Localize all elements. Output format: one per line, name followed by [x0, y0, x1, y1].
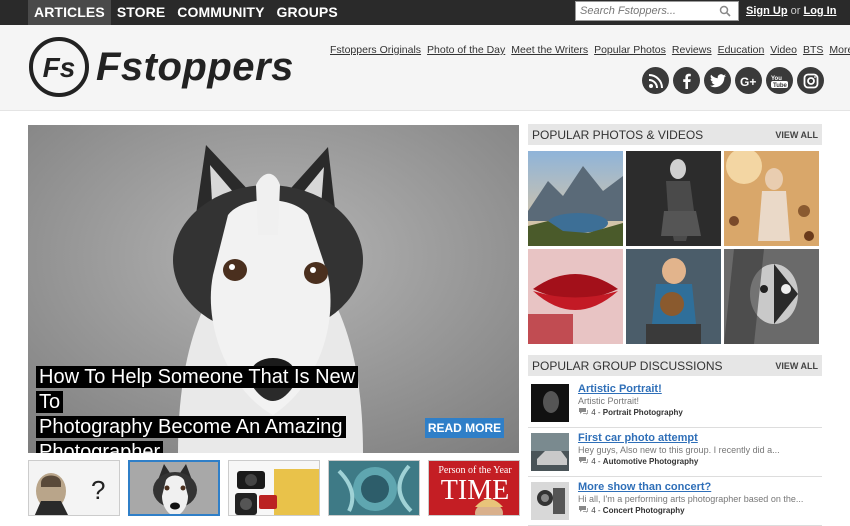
comment-count: 4	[591, 408, 596, 417]
link-fstoppers-originals[interactable]: Fstoppers Originals	[330, 44, 421, 56]
hero-article[interactable]: How To Help Someone That Is New To Photo…	[28, 125, 519, 453]
discussion-snippet: Artistic Portrait!	[578, 396, 640, 406]
popular-photos-title: POPULAR PHOTOS & VIDEOS	[532, 127, 704, 142]
group-name[interactable]: Concert Photography	[603, 506, 685, 515]
site-header: Fs Fstoppers Fstoppers Originals Photo o…	[0, 25, 850, 111]
link-reviews[interactable]: Reviews	[672, 44, 712, 56]
logo-mark-icon: Fs	[29, 37, 89, 97]
svg-text:?: ?	[91, 475, 105, 505]
link-video[interactable]: Video	[770, 44, 797, 56]
photo-face-paint[interactable]	[724, 249, 819, 344]
link-photo-of-the-day[interactable]: Photo of the Day	[427, 44, 505, 56]
discussion-meta: 4 - Automotive Photography	[578, 456, 698, 466]
login-link[interactable]: Log In	[803, 5, 836, 17]
comment-count: 4	[591, 506, 596, 515]
twitter-icon[interactable]	[704, 67, 731, 94]
nav-store[interactable]: STORE	[111, 0, 171, 25]
thumbnail-2[interactable]	[128, 460, 220, 516]
photo-red-lips[interactable]	[528, 249, 623, 344]
popular-photos-view-all[interactable]: VIEW ALL	[775, 130, 818, 140]
read-more-button[interactable]: READ MORE	[425, 418, 504, 438]
main-nav: ARTICLES STORE COMMUNITY GROUPS	[28, 0, 344, 25]
comment-icon	[578, 457, 591, 466]
hero-title-line: Photography Become An Amazing	[36, 416, 346, 438]
top-bar: ARTICLES STORE COMMUNITY GROUPS Sign Up …	[0, 0, 850, 25]
social-links: G+ You Tube	[642, 67, 824, 94]
photo-seated-figure[interactable]	[626, 151, 721, 246]
photo-child-with-bear[interactable]	[626, 249, 721, 344]
svg-text:G+: G+	[740, 75, 756, 87]
search-box	[575, 1, 739, 21]
search-input[interactable]	[576, 2, 716, 20]
group-discussions-view-all[interactable]: VIEW ALL	[775, 361, 818, 371]
comment-count: 4	[591, 457, 596, 466]
article-thumbnails: ? Person of the Year TIME	[28, 460, 520, 516]
facebook-icon[interactable]	[673, 67, 700, 94]
signup-link[interactable]: Sign Up	[746, 5, 788, 17]
site-logo[interactable]: Fs Fstoppers	[28, 36, 294, 98]
popular-photos-header: POPULAR PHOTOS & VIDEOS VIEW ALL	[528, 124, 822, 145]
link-bts[interactable]: BTS	[803, 44, 823, 56]
discussion-snippet: Hey guys, Also new to this group. I rece…	[578, 445, 780, 455]
instagram-icon[interactable]	[797, 67, 824, 94]
discussion-thumbnail[interactable]	[531, 433, 569, 471]
svg-text:TIME: TIME	[441, 475, 509, 506]
discussion-title[interactable]: Artistic Portrait!	[578, 383, 662, 395]
discussion-item: First car photo attempt Hey guys, Also n…	[528, 432, 822, 477]
discussion-snippet: Hi all, I'm a performing arts photograph…	[578, 494, 804, 504]
or-text: or	[790, 5, 801, 17]
svg-text:Tube: Tube	[773, 83, 788, 88]
nav-articles[interactable]: ARTICLES	[28, 0, 111, 25]
youtube-icon[interactable]: You Tube	[766, 67, 793, 94]
thumbnail-4[interactable]	[328, 460, 420, 516]
discussion-item: More show than concert? Hi all, I'm a pe…	[528, 481, 822, 526]
discussion-item: Artistic Portrait! Artistic Portrait! 4 …	[528, 383, 822, 428]
google-plus-icon[interactable]: G+	[735, 67, 762, 94]
group-name[interactable]: Automotive Photography	[603, 457, 699, 466]
hero-title[interactable]: How To Help Someone That Is New To Photo…	[36, 365, 376, 453]
link-more[interactable]: More...	[829, 44, 850, 56]
group-discussions-title: POPULAR GROUP DISCUSSIONS	[532, 358, 723, 373]
auth-links: Sign Up or Log In	[746, 0, 836, 22]
photo-flower-field-portrait[interactable]	[724, 151, 819, 246]
nav-groups[interactable]: GROUPS	[271, 0, 344, 25]
discussion-meta: 4 - Concert Photography	[578, 505, 685, 515]
group-discussions-header: POPULAR GROUP DISCUSSIONS VIEW ALL	[528, 355, 822, 376]
popular-photos-grid	[528, 151, 822, 344]
hero-title-line: How To Help Someone That Is New To	[36, 366, 359, 413]
thumbnail-3[interactable]	[228, 460, 320, 516]
link-popular-photos[interactable]: Popular Photos	[594, 44, 666, 56]
discussion-thumbnail[interactable]	[531, 482, 569, 520]
comment-icon	[578, 506, 591, 515]
hero-title-line: Photographer	[36, 441, 164, 453]
secondary-nav: Fstoppers Originals Photo of the Day Mee…	[330, 44, 850, 56]
discussion-title[interactable]: More show than concert?	[578, 481, 711, 493]
nav-community[interactable]: COMMUNITY	[171, 0, 270, 25]
svg-text:Fs: Fs	[43, 52, 76, 83]
comment-icon	[578, 408, 591, 417]
discussion-thumbnail[interactable]	[531, 384, 569, 422]
rss-icon[interactable]	[642, 67, 669, 94]
search-icon[interactable]	[716, 2, 734, 20]
link-meet-the-writers[interactable]: Meet the Writers	[511, 44, 588, 56]
link-education[interactable]: Education	[718, 44, 765, 56]
discussion-meta: 4 - Portrait Photography	[578, 407, 683, 417]
brand-name: Fstoppers	[96, 44, 294, 89]
photo-mountain-lake[interactable]	[528, 151, 623, 246]
group-name[interactable]: Portrait Photography	[603, 408, 683, 417]
discussion-title[interactable]: First car photo attempt	[578, 432, 698, 444]
thumbnail-1[interactable]: ?	[28, 460, 120, 516]
thumbnail-5[interactable]: Person of the Year TIME	[428, 460, 520, 516]
